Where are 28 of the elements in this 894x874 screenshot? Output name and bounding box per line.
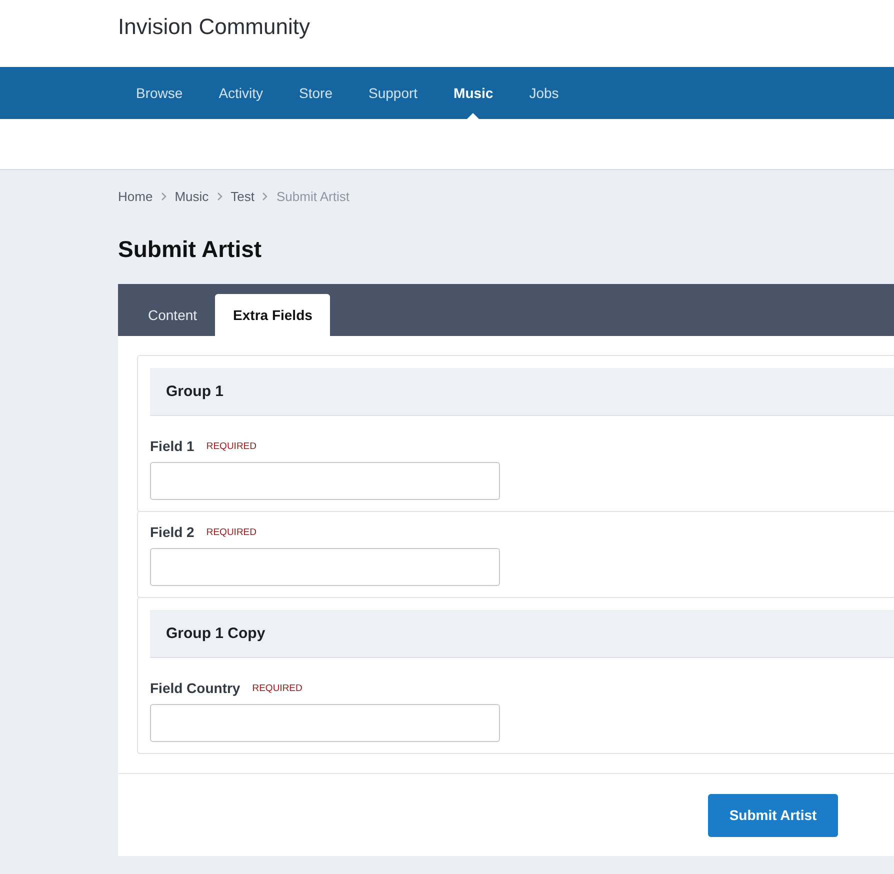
input-field[interactable] <box>150 548 500 586</box>
tab[interactable]: Content <box>130 294 216 336</box>
submit-button[interactable]: Submit Artist <box>708 794 838 836</box>
current-page-text: Submit Artist <box>276 188 350 204</box>
breadcrumb-link[interactable]: Test <box>230 188 254 204</box>
chevron-icon <box>262 192 268 200</box>
breadcrumb-link[interactable]: Music <box>174 188 209 204</box>
chevron-icon <box>216 192 223 200</box>
input-field[interactable] <box>150 462 500 500</box>
field-label: Field 2 <box>150 524 194 540</box>
input-field[interactable] <box>150 704 500 742</box>
group-heading: Group 1 Copy <box>150 610 894 658</box>
site-title[interactable]: Invision Community <box>118 14 310 40</box>
field-label: Field 1 <box>150 438 194 454</box>
nav-item[interactable]: Activity <box>200 67 282 119</box>
required-label: REQUIRED <box>206 440 257 452</box>
chevron-icon <box>160 192 167 200</box>
group-heading: Group 1 <box>150 368 894 416</box>
nav-item[interactable]: Browse <box>118 67 201 119</box>
tab[interactable]: Extra Fields <box>215 294 330 336</box>
breadcrumb-link[interactable]: Home <box>118 188 153 204</box>
page-title: Submit Artist <box>118 235 263 264</box>
required-label: REQUIRED <box>206 526 257 538</box>
nav-item[interactable]: Support <box>350 67 436 119</box>
nav-item[interactable]: Store <box>281 67 350 119</box>
nav-item[interactable]: Jobs <box>511 67 577 119</box>
field-label: Field Country <box>150 680 240 696</box>
required-label: REQUIRED <box>252 682 302 694</box>
